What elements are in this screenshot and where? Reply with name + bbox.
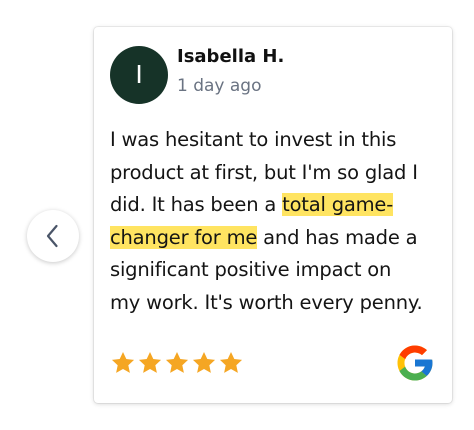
previous-review-button[interactable] [27, 210, 79, 262]
avatar: I [110, 46, 168, 104]
review-time: 1 day ago [177, 76, 262, 96]
star-icon [137, 350, 163, 376]
star-icon [164, 350, 190, 376]
chevron-left-icon [46, 224, 58, 248]
review-text-line: my work. It's worth every penny. [110, 290, 423, 314]
review-text-line: changer for me and has made a [110, 225, 418, 249]
highlighted-phrase: total game- [282, 193, 394, 216]
review-text-line: product at first, but I'm so glad I [110, 160, 418, 184]
reviewer-name: Isabella H. [177, 46, 285, 67]
review-text-line: significant positive impact on [110, 258, 392, 281]
review-text-line: I was hesitant to invest in this [110, 128, 397, 151]
review-card: I Isabella H. 1 day ago I was hesitant t… [94, 27, 452, 403]
star-icon [110, 350, 136, 376]
star-icon [218, 350, 244, 376]
review-text: I was hesitant to invest in this product… [110, 124, 445, 319]
review-text-line: did. It has been a total game- [110, 193, 394, 216]
star-rating [110, 350, 245, 376]
highlighted-phrase: changer for me [110, 225, 258, 249]
star-icon [191, 350, 217, 376]
google-icon [394, 342, 436, 384]
